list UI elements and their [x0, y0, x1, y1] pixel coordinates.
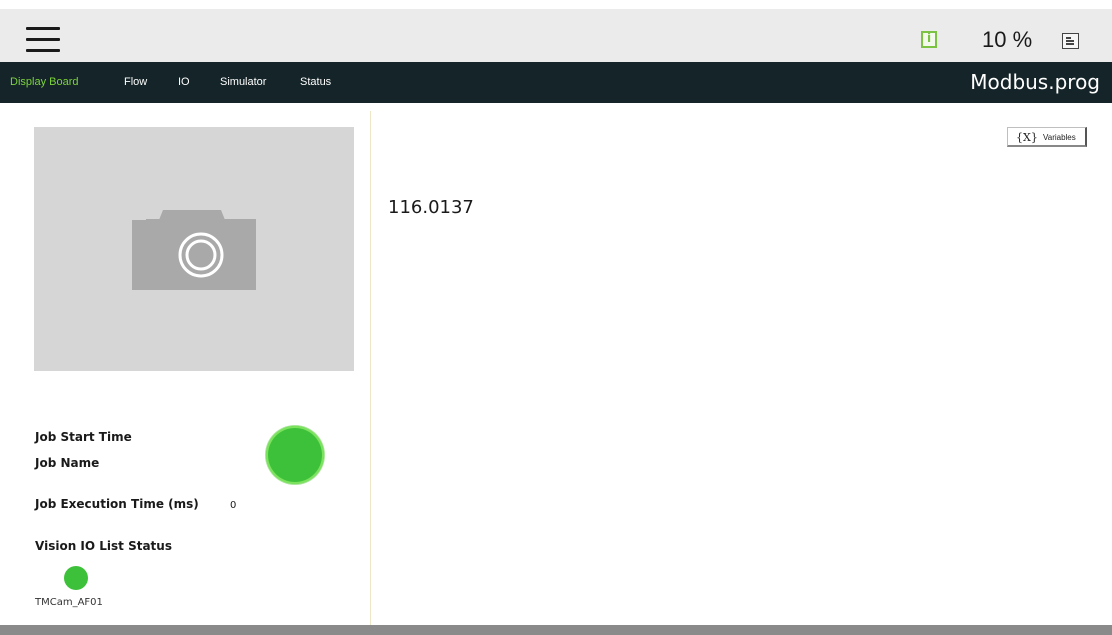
- job-execution-time-value: 0: [230, 500, 237, 511]
- job-name-label: Job Name: [35, 456, 100, 470]
- hamburger-menu-icon[interactable]: [26, 27, 62, 57]
- job-start-time-label: Job Start Time: [35, 430, 132, 444]
- top-header: [0, 9, 1112, 62]
- camera-icon: [132, 210, 256, 290]
- vision-io-list-status-label: Vision IO List Status: [35, 539, 172, 553]
- top-strip: [0, 0, 1112, 9]
- variables-label: Variables: [1043, 133, 1076, 142]
- variables-icon: {X}: [1016, 131, 1038, 144]
- bottom-bar: [0, 625, 1112, 635]
- tab-io[interactable]: IO: [178, 76, 190, 88]
- document-icon[interactable]: [1062, 33, 1079, 49]
- variables-button[interactable]: {X} Variables: [1007, 127, 1087, 147]
- program-name: Modbus.prog: [970, 70, 1100, 94]
- display-value: 116.0137: [388, 197, 474, 218]
- camera-preview: [34, 127, 354, 371]
- speed-percentage[interactable]: 10 %: [982, 27, 1032, 53]
- panel-divider: [370, 111, 371, 625]
- camera-status-indicator: [64, 566, 88, 590]
- info-icon[interactable]: [921, 31, 937, 48]
- camera-name: TMCam_AF01: [35, 597, 103, 608]
- tab-status[interactable]: Status: [300, 76, 331, 88]
- tab-flow[interactable]: Flow: [124, 76, 147, 88]
- nav-bar: Display Board Flow IO Simulator Status M…: [0, 62, 1112, 103]
- job-execution-time-label: Job Execution Time (ms): [35, 497, 199, 511]
- tab-simulator[interactable]: Simulator: [220, 76, 266, 88]
- job-status-indicator: [266, 426, 324, 484]
- tab-display-board[interactable]: Display Board: [10, 76, 78, 88]
